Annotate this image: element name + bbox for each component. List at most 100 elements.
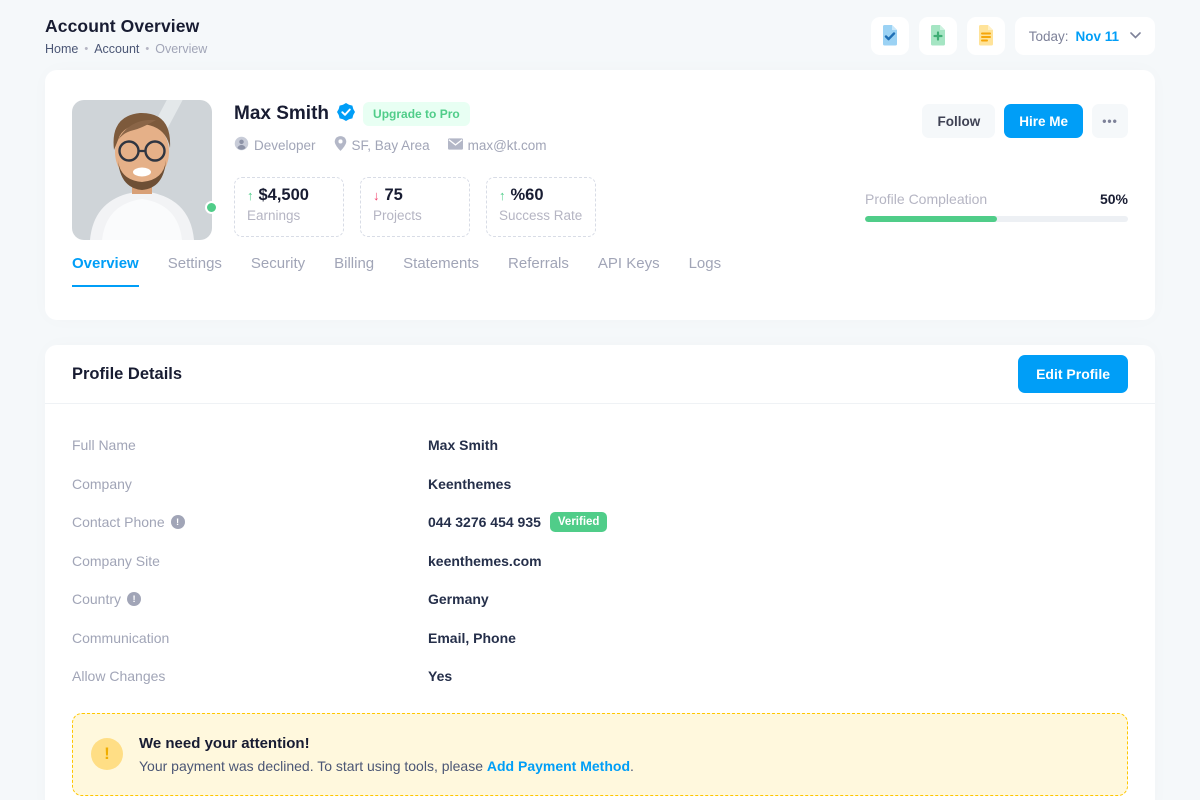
alert-body: Your payment was declined. To start usin… [139,758,634,774]
detail-label: Contact Phone [72,514,165,530]
tab-logs[interactable]: Logs [689,255,722,287]
detail-row-company-site: Company Site keenthemes.com [72,542,1128,581]
user-icon [234,136,249,154]
arrow-up-icon: ↑ [247,188,254,203]
tab-overview[interactable]: Overview [72,255,139,287]
file-notes-icon [976,24,996,49]
alert-content: We need your attention! Your payment was… [139,735,634,774]
breadcrumb-overview: Overview [155,42,207,56]
profile-card: Max Smith Upgrade to Pro Developer [45,70,1155,320]
details-title: Profile Details [72,365,182,384]
stat-label: Success Rate [499,208,583,223]
email-icon [448,138,463,153]
stat-value: 75 [385,186,403,205]
detail-label: Country [72,591,121,607]
more-options-button[interactable]: ••• [1092,104,1128,138]
profile-name[interactable]: Max Smith [234,103,329,125]
verified-seal-icon [337,103,355,126]
detail-value: Germany [428,591,489,607]
file-add-icon [928,24,948,49]
completion-percent: 50% [1100,191,1128,207]
tab-settings[interactable]: Settings [168,255,222,287]
date-value: Nov 11 [1075,29,1119,44]
edit-profile-button[interactable]: Edit Profile [1018,355,1128,393]
profile-email[interactable]: max@kt.com [448,136,547,154]
hire-me-button[interactable]: Hire Me [1004,104,1083,138]
verified-badge: Verified [550,512,608,532]
stat-label: Projects [373,208,457,223]
stat-earnings: ↑ $4,500 Earnings [234,177,344,237]
profile-role[interactable]: Developer [234,136,316,154]
info-icon[interactable]: ! [127,592,141,606]
stat-label: Earnings [247,208,331,223]
profile-tabs: Overview Settings Security Billing State… [72,255,1128,287]
stat-value: $4,500 [259,186,309,205]
detail-value: Yes [428,668,452,684]
page-header: Account Overview Home • Account • Overvi… [0,0,1200,70]
profile-location[interactable]: SF, Bay Area [334,136,430,154]
detail-value: keenthemes.com [428,553,542,569]
tab-referrals[interactable]: Referrals [508,255,569,287]
file-check-button[interactable] [871,17,909,55]
breadcrumb-account[interactable]: Account [94,42,139,56]
profile-meta: Developer SF, Bay Area max@kt.com [234,136,865,154]
profile-completion: Profile Compleation 50% [865,191,1128,222]
detail-label: Company [72,476,428,492]
follow-button[interactable]: Follow [922,104,995,138]
alert-title: We need your attention! [139,735,634,752]
warning-icon: ! [91,738,123,770]
completion-label: Profile Compleation [865,191,987,207]
detail-row-communication: Communication Email, Phone [72,619,1128,658]
stat-value: %60 [511,186,544,205]
tab-billing[interactable]: Billing [334,255,374,287]
add-payment-method-link[interactable]: Add Payment Method [487,758,630,774]
tab-statements[interactable]: Statements [403,255,479,287]
completion-progress-bar [865,216,1128,222]
tab-api-keys[interactable]: API Keys [598,255,660,287]
completion-progress-fill [865,216,997,222]
arrow-down-icon: ↓ [373,188,380,203]
arrow-up-icon: ↑ [499,188,506,203]
details-body: Full Name Max Smith Company Keenthemes C… [45,404,1155,696]
breadcrumb-separator: • [145,43,149,55]
chevron-down-icon [1130,31,1141,42]
file-add-button[interactable] [919,17,957,55]
page-title: Account Overview [45,16,207,37]
detail-label: Company Site [72,553,428,569]
breadcrumb-home[interactable]: Home [45,42,78,56]
detail-value: 044 3276 454 935 [428,514,541,530]
detail-value: Email, Phone [428,630,516,646]
stat-success-rate: ↑ %60 Success Rate [486,177,596,237]
header-toolbar: Today: Nov 11 [871,17,1155,55]
avatar [72,100,212,240]
stat-projects: ↓ 75 Projects [360,177,470,237]
detail-row-full-name: Full Name Max Smith [72,426,1128,465]
file-notes-button[interactable] [967,17,1005,55]
detail-label: Communication [72,630,428,646]
detail-label: Allow Changes [72,668,428,684]
online-status-dot [205,201,218,214]
upgrade-to-pro-badge[interactable]: Upgrade to Pro [363,102,470,126]
profile-stats: ↑ $4,500 Earnings ↓ 75 Projects ↑ %60 [234,177,865,237]
detail-row-contact-phone: Contact Phone ! 044 3276 454 935 Verifie… [72,503,1128,542]
detail-value: Max Smith [428,437,498,453]
header-left: Account Overview Home • Account • Overvi… [45,16,207,56]
date-label: Today: [1029,29,1069,44]
breadcrumb: Home • Account • Overview [45,42,207,56]
detail-row-company: Company Keenthemes [72,465,1128,504]
file-check-icon [880,24,900,49]
profile-right-panel: Follow Hire Me ••• Profile Compleation 5… [865,100,1128,240]
tab-security[interactable]: Security [251,255,305,287]
profile-info: Max Smith Upgrade to Pro Developer [212,100,865,240]
detail-value: Keenthemes [428,476,511,492]
profile-details-card: Profile Details Edit Profile Full Name M… [45,345,1155,800]
details-header: Profile Details Edit Profile [45,345,1155,404]
detail-row-allow-changes: Allow Changes Yes [72,657,1128,696]
date-picker[interactable]: Today: Nov 11 [1015,17,1155,55]
detail-label: Full Name [72,437,428,453]
info-icon[interactable]: ! [171,515,185,529]
breadcrumb-separator: • [84,43,88,55]
location-icon [334,136,347,154]
attention-alert: ! We need your attention! Your payment w… [72,713,1128,796]
detail-row-country: Country ! Germany [72,580,1128,619]
